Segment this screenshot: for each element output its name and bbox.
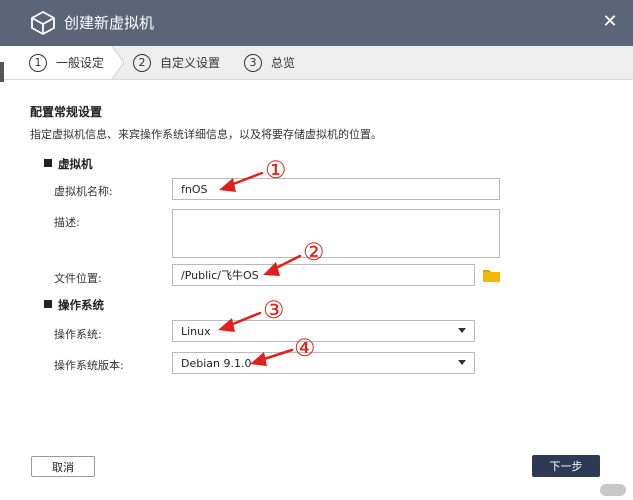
next-button[interactable]: 下一步 [532,455,600,477]
os-version-select[interactable]: Debian 9.1.0 [172,352,475,374]
step-number: 1 [29,53,47,72]
title-bar: 创建新虚拟机 ✕ [0,0,633,46]
wizard-steps: 1 一般设定 2 自定义设置 3 总览 [0,46,633,80]
os-version-label: 操作系统版本: [54,359,124,372]
os-label: 操作系统: [54,328,102,341]
file-location-input[interactable] [172,264,475,286]
step-label: 总览 [271,56,296,70]
annotation-number: ③ [263,296,285,324]
square-bullet-icon [44,159,52,167]
os-select-value: Linux [181,324,211,338]
description-textarea[interactable] [172,209,500,258]
vm-cube-icon [31,10,55,36]
chevron-down-icon [458,360,466,365]
annotation-number: ① [265,156,287,184]
section-description: 指定虚拟机信息、来宾操作系统详细信息，以及将要存储虚拟机的位置。 [30,128,382,141]
os-group-label: 操作系统 [58,298,104,312]
window-title: 创建新虚拟机 [64,14,155,32]
step-summary[interactable]: 3 总览 [244,46,295,79]
step-label: 自定义设置 [160,56,221,70]
step-number: 2 [133,53,151,72]
section-title: 配置常规设置 [30,105,103,119]
close-icon[interactable]: ✕ [600,12,620,32]
cancel-button[interactable]: 取消 [31,456,95,477]
folder-icon[interactable] [483,268,500,282]
step-label: 一般设定 [56,56,105,70]
annotation-number: ④ [294,334,316,362]
square-bullet-icon [44,300,52,308]
description-label: 描述: [54,216,80,229]
annotation-number: ② [303,238,325,266]
edge-marker [0,62,4,82]
step-number: 3 [244,53,262,72]
file-location-label: 文件位置: [54,272,102,285]
vm-name-label: 虚拟机名称: [54,185,113,198]
chevron-down-icon [458,328,466,333]
vm-name-input[interactable] [172,178,500,200]
step-custom-settings[interactable]: 2 自定义设置 [133,46,220,79]
vm-group-label: 虚拟机 [58,157,93,171]
os-select[interactable]: Linux [172,320,475,342]
vm-group-title: 虚拟机 [44,156,93,172]
watermark-badge [600,484,626,496]
os-version-select-value: Debian 9.1.0 [181,356,252,370]
os-group-title: 操作系统 [44,297,104,313]
step-general[interactable]: 1 一般设定 [29,46,104,79]
